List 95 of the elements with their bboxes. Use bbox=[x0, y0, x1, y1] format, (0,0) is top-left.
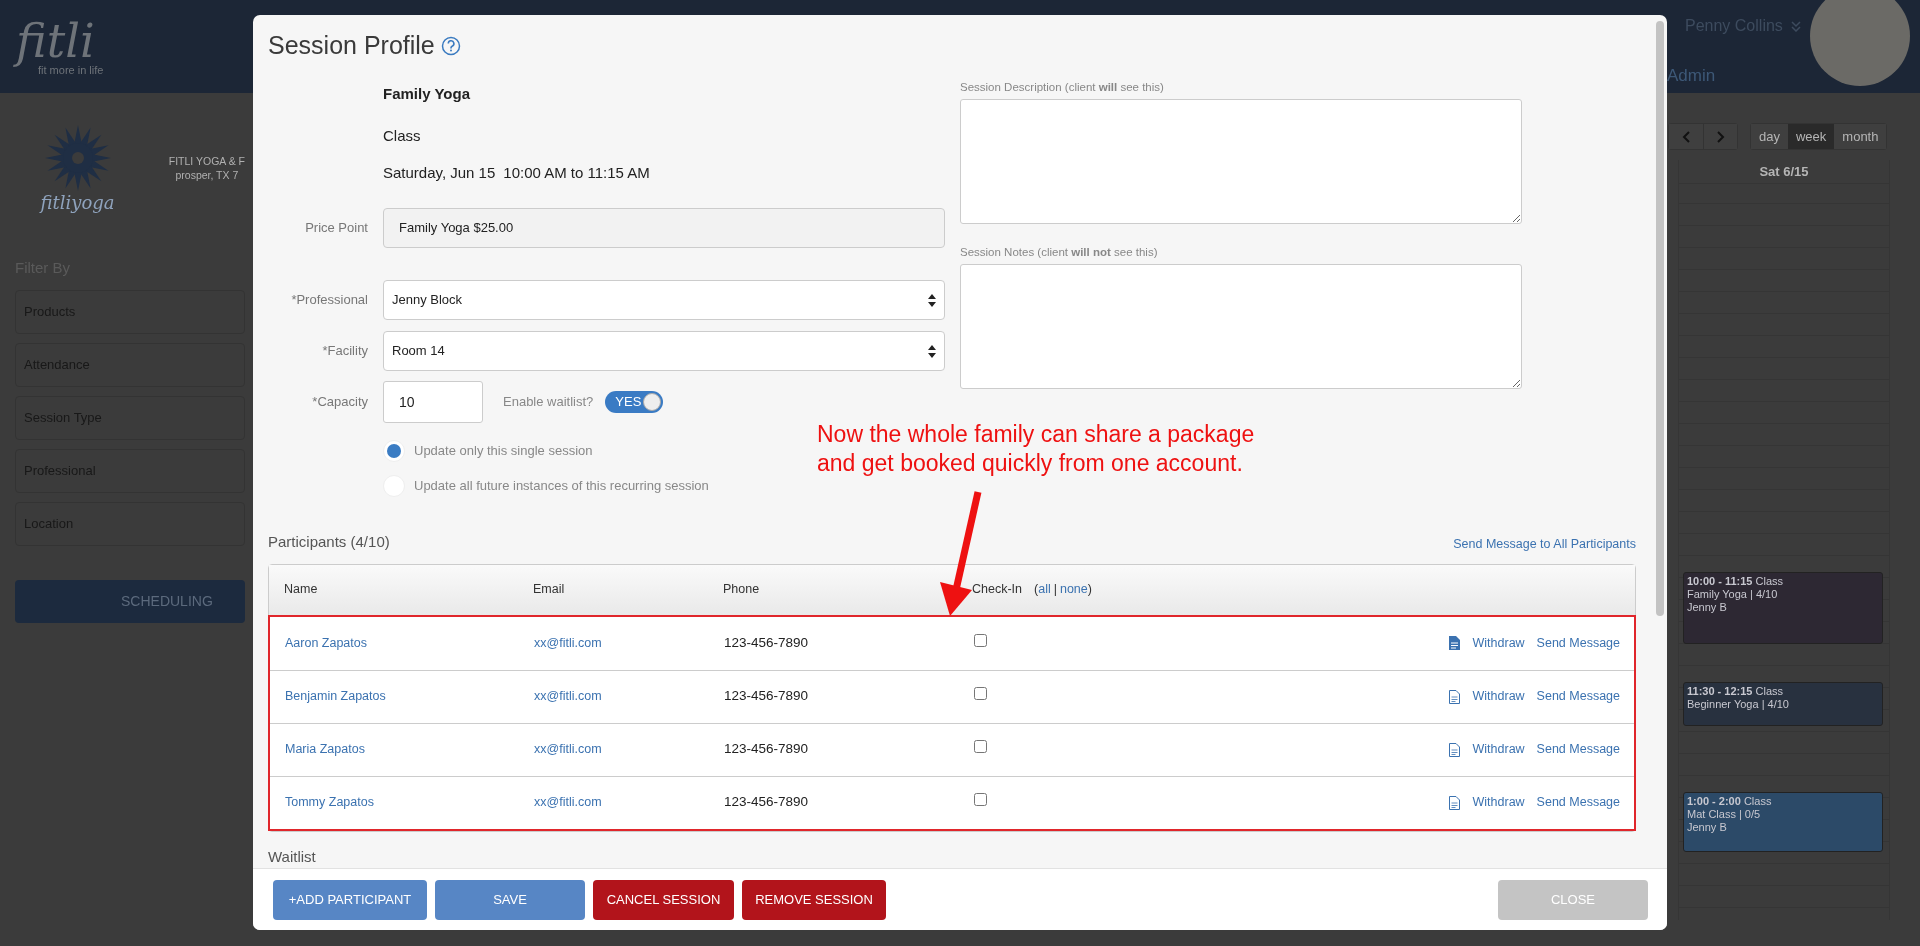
logo-tagline: fit more in life bbox=[38, 64, 105, 76]
event-title: Beginner Yoga | 4/10 bbox=[1687, 698, 1790, 711]
paren-text: ) bbox=[1087, 581, 1092, 599]
session-time: 10:00 AM to 11:15 AM bbox=[503, 162, 650, 183]
view-button[interactable]: week bbox=[1787, 124, 1835, 149]
session-type: Class bbox=[383, 126, 422, 146]
select-value: Room 14 bbox=[392, 342, 445, 361]
description-label: Session Description (client will see this) bbox=[960, 79, 1165, 95]
event-time: 1:00 - 2:00 bbox=[1687, 795, 1741, 807]
send-all-link[interactable]: Send Message to All Participants bbox=[1453, 534, 1636, 554]
waitlist-toggle[interactable]: YES bbox=[605, 391, 664, 413]
withdraw-link[interactable]: Withdraw bbox=[1472, 633, 1525, 653]
document-icon[interactable] bbox=[1447, 635, 1461, 651]
field-label: *Capacity bbox=[311, 393, 368, 412]
participant-name-link[interactable]: Maria Zapatos bbox=[285, 742, 365, 757]
footer-button[interactable]: +ADD PARTICIPANT bbox=[273, 879, 427, 920]
field-label: *Facility bbox=[321, 342, 368, 361]
event-professional: Jenny B bbox=[1687, 601, 1728, 614]
sort-arrows-icon bbox=[928, 293, 936, 307]
check-in-checkbox[interactable] bbox=[974, 793, 987, 807]
check-in-checkbox[interactable] bbox=[974, 633, 987, 647]
help-icon[interactable] bbox=[440, 35, 461, 56]
calendar-event[interactable]: 11:30 - 12:15 Class Beginner Yoga | 4/10 bbox=[1683, 682, 1883, 726]
event-time: 10:00 - 11:15 bbox=[1687, 575, 1753, 587]
withdraw-link[interactable]: Withdraw bbox=[1472, 740, 1525, 759]
send-message-link[interactable]: Send Message bbox=[1536, 740, 1620, 759]
radio-button[interactable] bbox=[383, 439, 405, 462]
column-header: Name bbox=[284, 581, 319, 599]
waitlist-label: Enable waitlist? bbox=[503, 393, 594, 412]
column-header: Phone bbox=[723, 581, 761, 599]
calendar-event[interactable]: 10:00 - 11:15 Class Family Yoga | 4/10 Jenny B bbox=[1683, 572, 1883, 644]
phone-cell-text: 123-456-7890 bbox=[724, 633, 810, 652]
participant-name-link[interactable]: Tommy Zapatos bbox=[285, 795, 374, 810]
event-time: 11:30 - 12:15 bbox=[1687, 685, 1753, 697]
footer-button[interactable]: CANCEL SESSION bbox=[593, 879, 734, 920]
professional-select[interactable]: Jenny Block bbox=[383, 280, 945, 320]
withdraw-link[interactable]: Withdraw bbox=[1472, 793, 1525, 812]
email-link[interactable]: xx@fitli.com bbox=[534, 742, 602, 757]
radio-label: Update all future instances of this recurring session bbox=[414, 476, 709, 495]
event-type: Class bbox=[1755, 685, 1783, 697]
column-header: Email bbox=[533, 581, 566, 599]
notes-label: Session Notes (client will not see this) bbox=[960, 244, 1159, 260]
check-in-checkbox[interactable] bbox=[974, 687, 987, 701]
select-value: Jenny Block bbox=[392, 291, 463, 310]
email-link[interactable]: xx@fitli.com bbox=[534, 795, 602, 810]
event-type: Class bbox=[1743, 795, 1772, 807]
sort-arrows-icon bbox=[928, 344, 936, 358]
event-title: Mat Class | 0/5 bbox=[1687, 808, 1762, 821]
view-button[interactable]: day bbox=[1751, 124, 1788, 149]
event-type: Class bbox=[1755, 575, 1783, 587]
address-line: FITLI YOGA & F bbox=[168, 154, 245, 168]
waitlist-title: Waitlist bbox=[268, 846, 317, 867]
field-label: *Professional bbox=[290, 291, 368, 310]
dialog-title: Session Profile bbox=[268, 30, 435, 61]
document-icon[interactable] bbox=[1447, 688, 1461, 705]
send-message-link[interactable]: Send Message bbox=[1536, 687, 1620, 706]
send-message-link[interactable]: Send Message bbox=[1536, 633, 1620, 653]
participants-title: Participants (4/10) bbox=[268, 532, 390, 552]
event-title: Family Yoga | 4/10 bbox=[1687, 588, 1779, 601]
footer-button[interactable]: REMOVE SESSION bbox=[742, 879, 886, 920]
session-name: Family Yoga bbox=[383, 83, 471, 104]
participant-name-link[interactable]: Aaron Zapatos bbox=[285, 635, 367, 650]
event-professional: Jenny B bbox=[1687, 821, 1728, 834]
radio-label: Update only this single session bbox=[414, 441, 593, 460]
phone-cell-text: 123-456-7890 bbox=[724, 793, 810, 812]
phone-cell-text: 123-456-7890 bbox=[724, 687, 810, 706]
chevron-left-icon bbox=[1681, 130, 1691, 143]
address-line: prosper, TX 7 bbox=[174, 168, 240, 182]
column-header: Check-In bbox=[972, 581, 1023, 599]
participant-name-link[interactable]: Benjamin Zapatos bbox=[285, 689, 386, 704]
scrollbar[interactable] bbox=[1656, 21, 1664, 616]
calendar-event[interactable]: 1:00 - 2:00 Class Mat Class | 0/5 Jenny B bbox=[1683, 792, 1883, 852]
document-icon[interactable] bbox=[1447, 741, 1461, 758]
send-message-link[interactable]: Send Message bbox=[1536, 793, 1620, 812]
separator-text: | bbox=[1053, 581, 1057, 599]
chevron-right-icon bbox=[1716, 130, 1725, 143]
brand-name: fitliyoga bbox=[40, 193, 115, 213]
role-label: Admin bbox=[1667, 65, 1716, 87]
withdraw-link[interactable]: Withdraw bbox=[1472, 687, 1525, 706]
email-link[interactable]: xx@fitli.com bbox=[534, 689, 602, 704]
capacity-input[interactable]: 10 bbox=[383, 381, 483, 423]
email-link[interactable]: xx@fitli.com bbox=[534, 635, 602, 650]
check-in-checkbox[interactable] bbox=[974, 740, 987, 754]
field-label: Price Point bbox=[304, 219, 368, 238]
paren-text: ( bbox=[1034, 581, 1039, 599]
phone-cell-text: 123-456-7890 bbox=[724, 740, 810, 759]
document-icon[interactable] bbox=[1447, 794, 1461, 811]
view-button[interactable]: month bbox=[1834, 124, 1887, 149]
session-date: Saturday, Jun 15 bbox=[383, 162, 496, 183]
check-all-link[interactable]: all bbox=[1038, 580, 1051, 599]
check-none-link[interactable]: none bbox=[1059, 580, 1088, 599]
annotation-text: Now the whole family can share a package and get booked quickly from one account. bbox=[817, 420, 1255, 478]
footer-button[interactable]: SAVE bbox=[435, 879, 585, 920]
facility-select[interactable]: Room 14 bbox=[383, 331, 945, 371]
price-point-field: Family Yoga $25.00 bbox=[383, 208, 945, 248]
